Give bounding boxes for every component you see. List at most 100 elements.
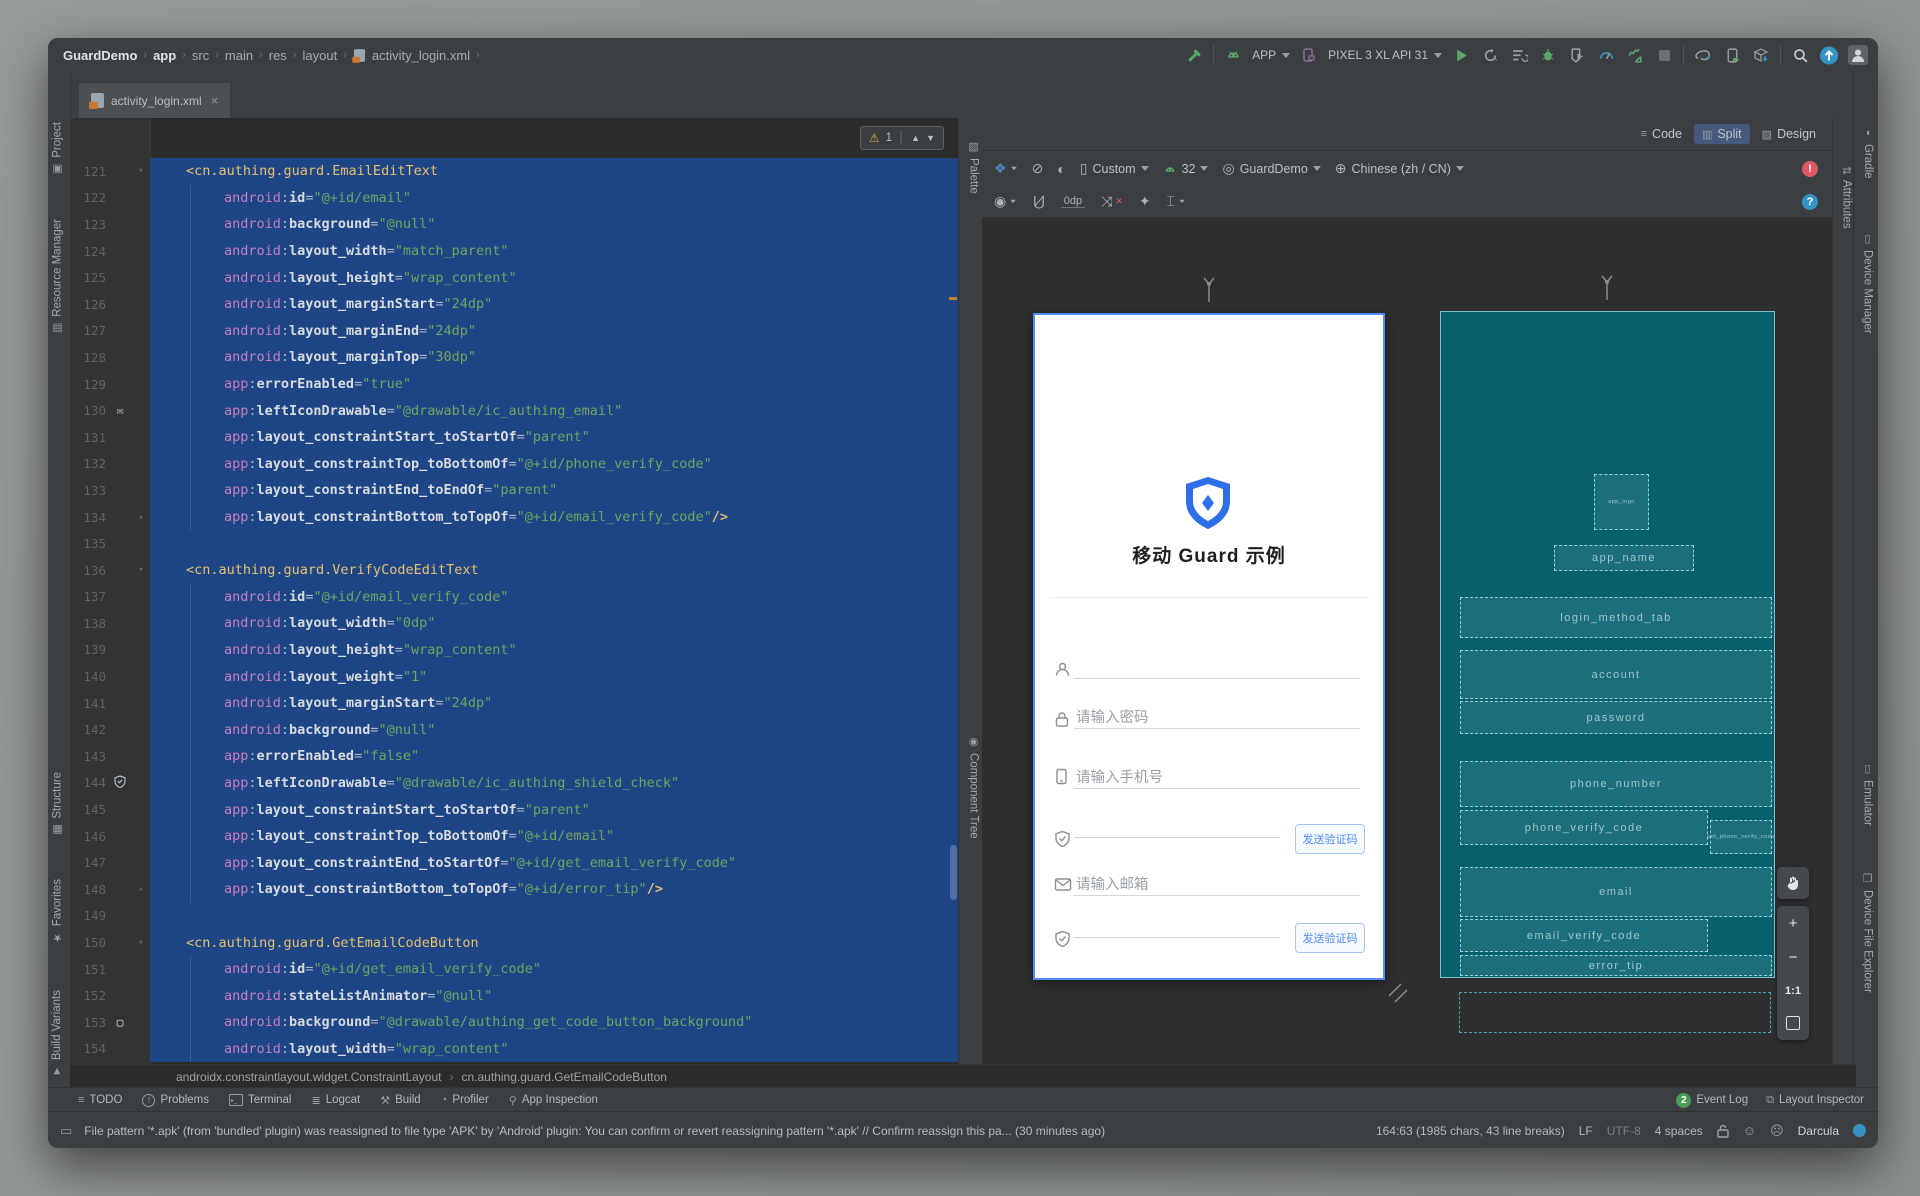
code-line[interactable]: 136 ▾ <cn.authing.guard.VerifyCodeEditText [70, 556, 958, 584]
sidebar-item-gradle[interactable]: ◖ Gradle [1862, 127, 1874, 179]
search-everywhere-icon[interactable] [1790, 45, 1810, 65]
api-level-selector[interactable]: 32 [1163, 162, 1209, 176]
tab-attributes[interactable]: ⇅ Attributes [1840, 166, 1853, 229]
blueprint-box-email[interactable]: email [1460, 867, 1772, 917]
encoding-indicator[interactable]: UTF-8 [1607, 1124, 1641, 1138]
caret-position[interactable]: 164:63 (1985 chars, 43 line breaks) [1376, 1124, 1565, 1138]
breadcrumb-item[interactable]: src [192, 48, 209, 63]
stop-button[interactable] [1654, 45, 1674, 65]
breadcrumb-item[interactable]: res [269, 48, 287, 63]
code-line[interactable]: 129 app: errorEnabled = "true" [70, 370, 958, 398]
input-underline[interactable] [1074, 728, 1360, 729]
code-line[interactable]: 149 [70, 902, 958, 930]
default-margin-selector[interactable]: 0dp [1060, 195, 1086, 208]
status-message[interactable]: File pattern '*.apk' (from 'bundled' plu… [84, 1124, 1105, 1138]
mode-code-button[interactable]: ≡ Code [1633, 124, 1690, 144]
zoom-to-fit-button[interactable] [1786, 1016, 1800, 1031]
fold-region-start[interactable]: ▾ [132, 938, 150, 948]
avatar[interactable] [1848, 45, 1868, 65]
sidebar-item-device-manager[interactable]: ▯ Device Manager [1861, 232, 1874, 334]
code-line[interactable]: 124 android: layout_width = "match_parent" [70, 237, 958, 265]
code-line[interactable]: 151 android: id = "@+id/get_email_verify_cod… [70, 955, 958, 983]
profiler-icon[interactable] [1596, 45, 1616, 65]
design-surface-selector-icon[interactable]: ❖ [994, 160, 1018, 177]
layout-inspector-button[interactable]: ⧉ Layout Inspector [1766, 1094, 1864, 1107]
tab-component-tree[interactable]: ◉ Component Tree [967, 735, 980, 839]
next-warning-button[interactable]: ▼ [926, 133, 935, 143]
build-hammer-icon[interactable] [1184, 45, 1204, 65]
lock-icon[interactable] [1717, 1124, 1729, 1138]
design-canvas[interactable]: 移动 Guard 示例 请输入密码 请输入手机号 发送验证码 请输入邮箱 发送验证码 a… [982, 218, 1832, 1064]
code-line[interactable]: 145 app: layout_constraintStart_toStartOf =… [70, 796, 958, 823]
code-line[interactable]: 153 ▢ android: background = "@drawable/authin… [70, 1009, 958, 1036]
autoconnect-magnet-icon[interactable]: ⋃̸ [1033, 193, 1044, 210]
breadcrumb-item[interactable]: activity_login.xml [372, 48, 470, 63]
attach-debugger-icon[interactable] [1567, 45, 1587, 65]
theme-selector[interactable]: ◎ GuardDemo [1222, 160, 1321, 177]
locale-selector[interactable]: ⊕ Chinese (zh / CN) [1335, 160, 1464, 177]
fold-region-start[interactable]: ▾ [132, 565, 150, 575]
code-line[interactable]: 146 app: layout_constraintTop_toBottomOf = "… [70, 822, 958, 850]
send-code-button[interactable]: 发送验证码 [1295, 923, 1365, 953]
code-line[interactable]: 127 android: layout_marginEnd = "24dp" [70, 317, 958, 345]
breadcrumb[interactable]: GuardDemo › app › src › main › res › layout › activi… [63, 48, 480, 63]
code-line[interactable]: 130 ✉ app: leftIconDrawable = "@drawable/ic_a… [70, 397, 958, 424]
sdk-manager-icon[interactable] [1751, 45, 1771, 65]
close-icon[interactable]: × [211, 93, 219, 108]
blueprint-box-email_verify_code[interactable]: email_verify_code [1460, 919, 1708, 952]
device-size-selector[interactable]: ▯ Custom [1080, 160, 1149, 177]
indent-indicator[interactable]: 4 spaces [1655, 1124, 1703, 1138]
code-line[interactable]: 143 app: errorEnabled = "false" [70, 743, 958, 770]
fold-region-end[interactable]: ▴ [132, 512, 150, 522]
toolwindow-profiler[interactable]: ◔ Profiler [441, 1094, 489, 1106]
blueprint-box-phone_number[interactable]: phone_number [1460, 761, 1772, 807]
code-line[interactable]: 141 android: layout_marginStart = "24dp" [70, 689, 958, 717]
code-line[interactable]: 137 android: id = "@+id/email_verify_code" [70, 583, 958, 611]
debug-button[interactable] [1538, 45, 1558, 65]
pan-tool-button[interactable] [1777, 867, 1809, 899]
code-line[interactable]: 147 app: layout_constraintEnd_toStartOf = "@… [70, 849, 958, 877]
code-line[interactable]: 154 android: layout_width = "wrap_content" [70, 1035, 958, 1063]
design-preview-phone[interactable]: 移动 Guard 示例 请输入密码 请输入手机号 发送验证码 请输入邮箱 发送验证码 [1033, 313, 1385, 980]
sidebar-item-structure[interactable]: ▦ Structure [51, 772, 65, 837]
tab-palette[interactable]: ▧ Palette [967, 140, 980, 194]
code-line[interactable]: 142 android: background = "@null" [70, 716, 958, 744]
code-line[interactable]: 122 android: id = "@+id/email" [70, 184, 958, 212]
code-line[interactable]: 131 app: layout_constraintStart_toStartOf =… [70, 423, 958, 451]
event-log-button[interactable]: 2 Event Log [1676, 1092, 1748, 1108]
code-line[interactable]: 139 android: layout_height = "wrap_content" [70, 636, 958, 664]
toolwindow-app-inspection[interactable]: ⚲ App Inspection [509, 1094, 598, 1107]
toolwindow-terminal[interactable]: ▸_ Terminal [229, 1094, 291, 1106]
canvas-resize-handle[interactable] [1387, 982, 1409, 1004]
zoom-ratio-button[interactable]: 1:1 [1785, 985, 1801, 997]
mode-design-button[interactable]: ▨ Design [1754, 124, 1824, 144]
guideline-icon[interactable]: ⌶ [1167, 193, 1186, 210]
blueprint-box-phone_verify_code[interactable]: phone_verify_code [1460, 810, 1708, 845]
infer-constraints-icon[interactable]: ✦ [1139, 193, 1151, 210]
code-line[interactable]: 125 android: layout_height = "wrap_content" [70, 264, 958, 291]
tab-activity-login-xml[interactable]: activity_login.xml × [79, 83, 231, 118]
xml-breadcrumb-item[interactable]: androidx.constraintlayout.widget.Constra… [176, 1070, 442, 1084]
toolwindow-build[interactable]: ⚒ Build [380, 1094, 420, 1107]
code-line[interactable]: 121 ▾ <cn.authing.guard.EmailEditText [70, 158, 958, 185]
sidebar-item-favorites[interactable]: ★ Favorites [51, 879, 65, 944]
sidebar-item-project[interactable]: ▣ Project [51, 122, 65, 176]
apply-code-changes-icon[interactable] [1625, 45, 1645, 65]
zoom-in-button[interactable]: + [1789, 916, 1798, 931]
blueprint-phone[interactable]: app_logo app_name login_method_tab account p… [1440, 311, 1775, 978]
input-underline[interactable] [1074, 937, 1280, 938]
breadcrumb-item[interactable]: layout [302, 48, 337, 63]
sidebar-item-emulator[interactable]: ▯ Emulator [1861, 762, 1874, 826]
xml-breadcrumb-item[interactable]: cn.authing.guard.GetEmailCodeButton [462, 1070, 667, 1084]
device-selector[interactable]: PIXEL 3 XL API 31 [1328, 48, 1442, 62]
line-ending-indicator[interactable]: LF [1579, 1124, 1593, 1138]
run-button[interactable] [1451, 45, 1471, 65]
toolwindow-todo[interactable]: ≡ TODO [78, 1094, 122, 1106]
code-line[interactable]: 152 android: stateListAnimator = "@null" [70, 982, 958, 1009]
fold-region-start[interactable]: ▾ [132, 166, 150, 176]
breadcrumb-item[interactable]: GuardDemo [63, 48, 137, 63]
editor-scrollbar[interactable] [950, 845, 957, 900]
input-underline[interactable] [1074, 837, 1280, 838]
blueprint-box-password[interactable]: password [1460, 701, 1772, 734]
clear-constraints-icon[interactable]: ⤨ ✕ [1101, 193, 1123, 210]
